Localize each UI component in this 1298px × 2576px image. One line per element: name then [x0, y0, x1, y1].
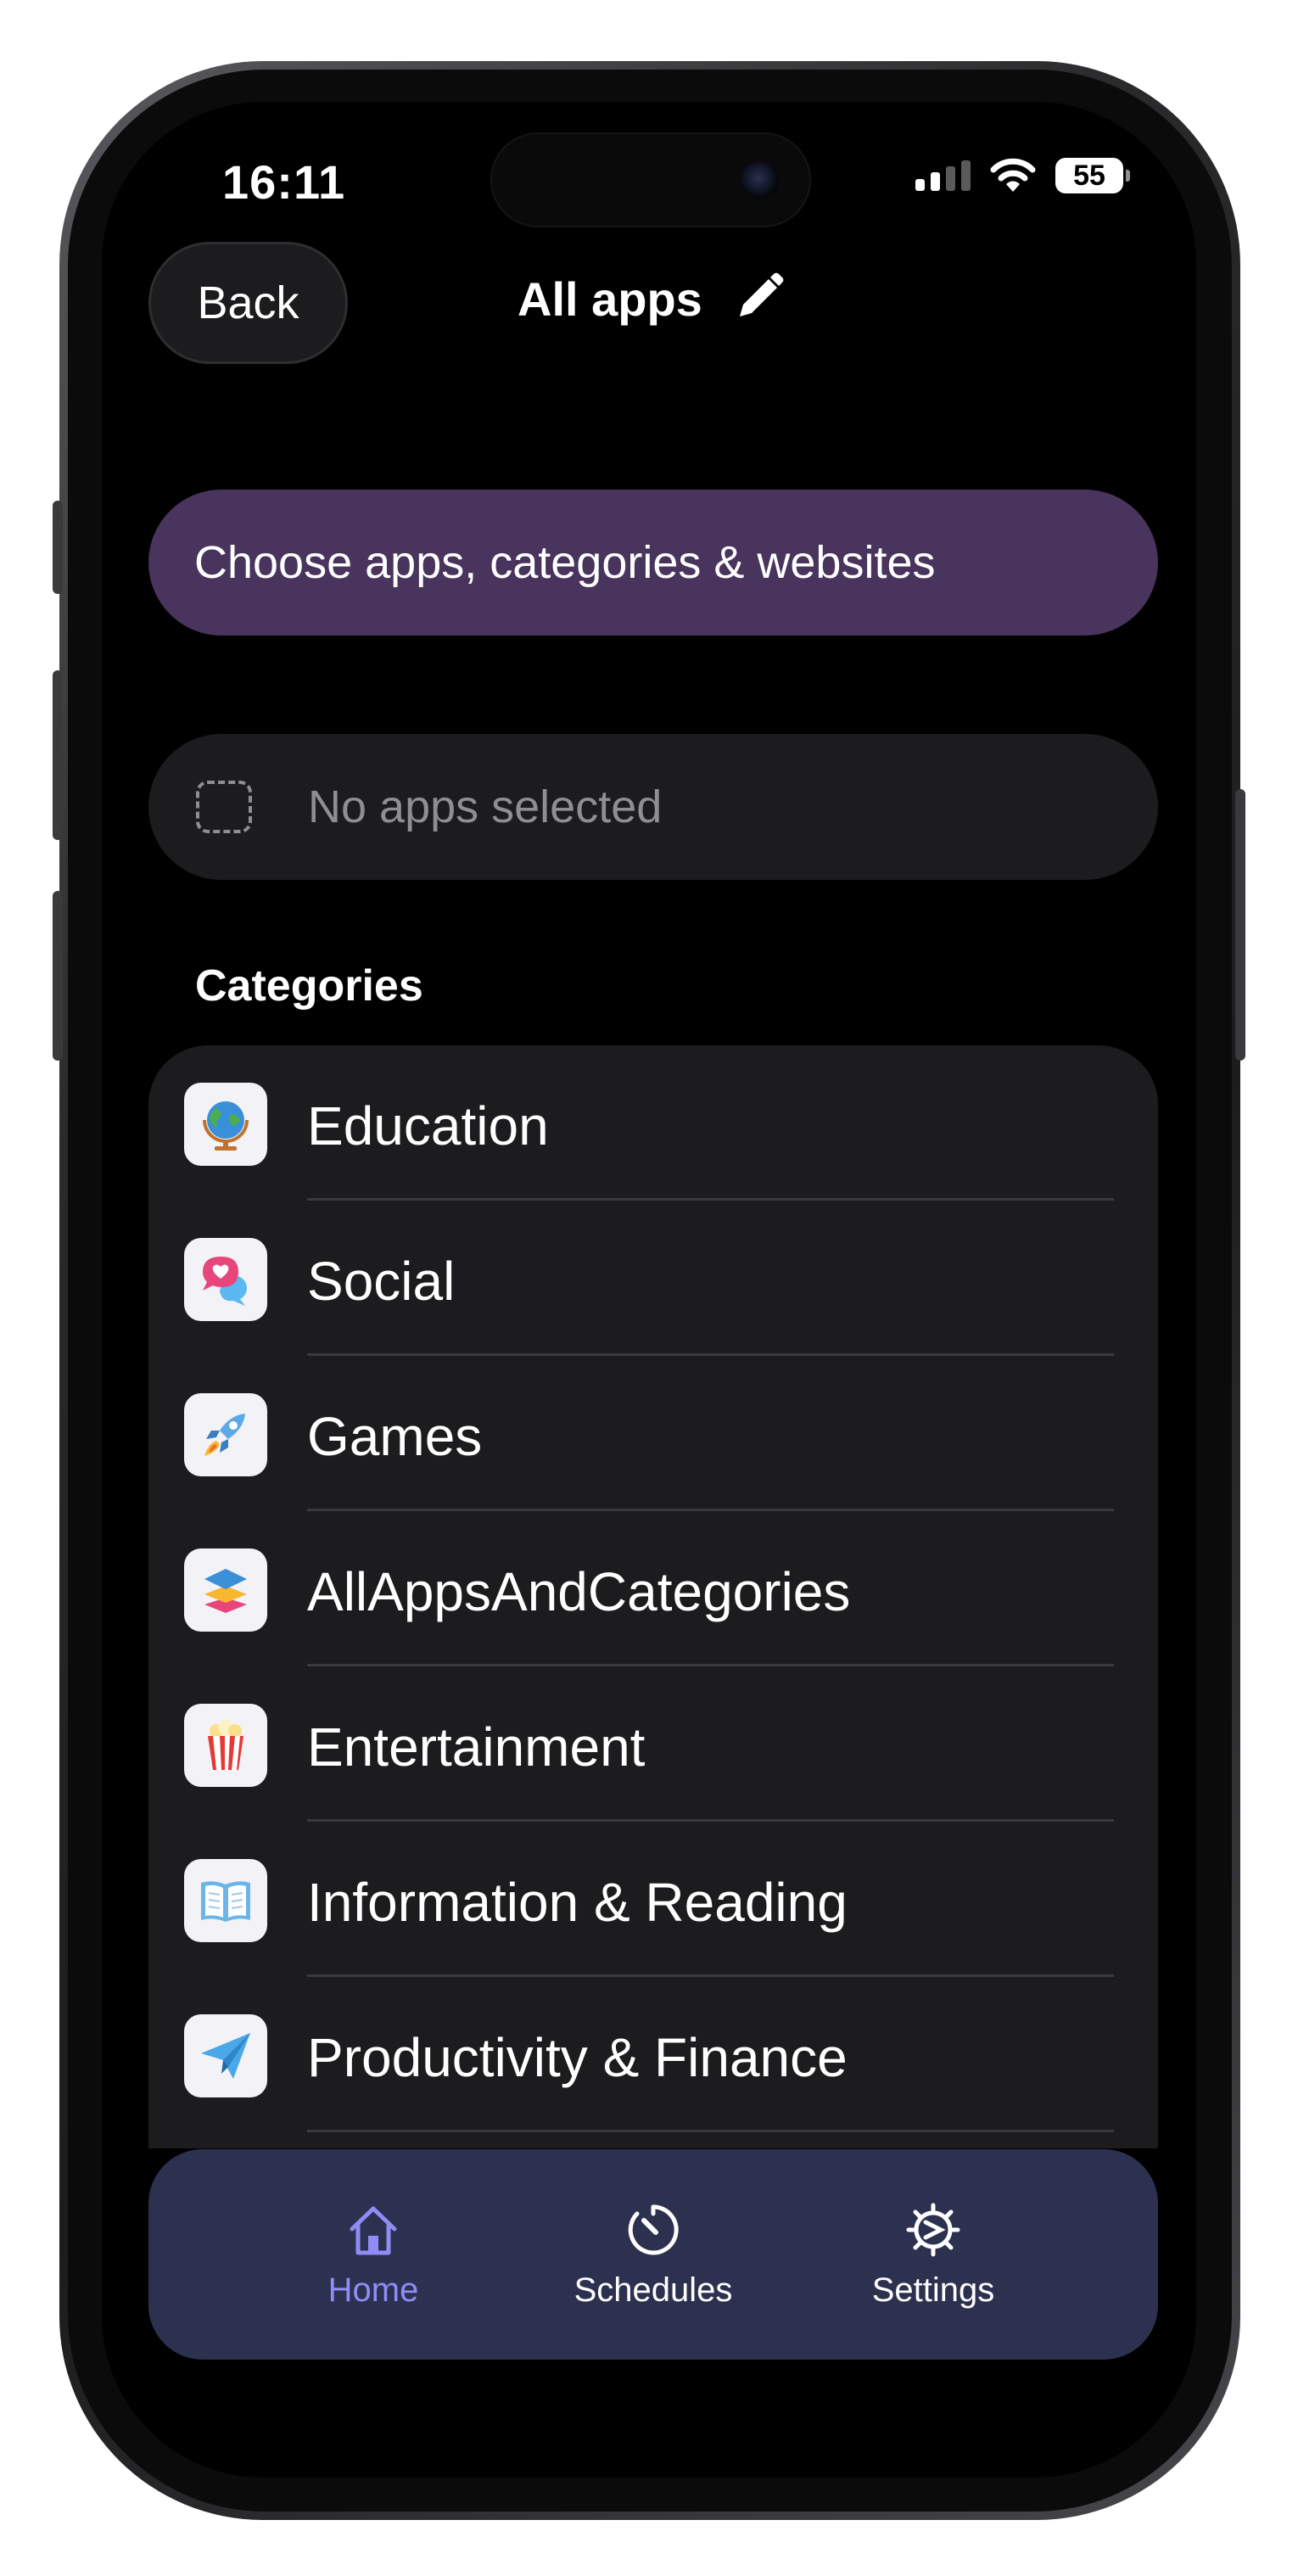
rocket-icon	[184, 1393, 267, 1476]
row-divider	[307, 2130, 1114, 2132]
category-row-games[interactable]: Games	[148, 1356, 1158, 1511]
power-button	[1235, 789, 1245, 1061]
page-title: All apps	[518, 272, 702, 326]
camera-icon	[741, 161, 779, 199]
screen: 16:11 55 Back All apps Choose apps, cate…	[102, 102, 1196, 2478]
tab-schedules[interactable]: Schedules	[543, 2200, 764, 2310]
category-label: Games	[307, 1406, 483, 1467]
back-button[interactable]: Back	[148, 242, 348, 364]
action-button	[53, 501, 63, 594]
categories-list: Education Social Games AllAppsAndCategor…	[148, 1045, 1158, 2148]
tab-home-label: Home	[327, 2271, 419, 2309]
pencil-icon[interactable]	[730, 267, 789, 327]
book-icon	[184, 1859, 267, 1942]
tab-home[interactable]: Home	[263, 2200, 484, 2310]
category-row-entertainment[interactable]: Entertainment	[148, 1666, 1158, 1822]
category-row-productivity-finance[interactable]: Productivity & Finance	[148, 1977, 1158, 2132]
cellular-signal-icon	[915, 160, 971, 191]
globe-icon	[184, 1083, 267, 1166]
stack-icon	[184, 1548, 267, 1632]
tab-schedules-label: Schedules	[573, 2271, 733, 2309]
category-label: Education	[307, 1095, 549, 1156]
status-indicators: 55	[915, 158, 1130, 193]
chat-bubbles-icon	[184, 1238, 267, 1321]
category-label: Information & Reading	[307, 1872, 848, 1933]
battery-level: 55	[1073, 159, 1105, 192]
categories-header: Categories	[195, 961, 423, 1011]
category-row-information-reading[interactable]: Information & Reading	[148, 1822, 1158, 1977]
choose-apps-button[interactable]: Choose apps, categories & websites	[148, 490, 1158, 636]
category-label: Productivity & Finance	[307, 2027, 848, 2088]
paper-plane-icon	[184, 2014, 267, 2097]
popcorn-icon	[184, 1704, 267, 1787]
dynamic-island	[490, 132, 811, 227]
category-label: AllAppsAndCategories	[307, 1561, 851, 1622]
house-icon	[350, 2206, 397, 2254]
volume-down-button	[53, 891, 63, 1061]
category-row-social[interactable]: Social	[148, 1201, 1158, 1356]
selected-apps-box: No apps selected	[148, 734, 1158, 880]
empty-selection-icon	[196, 781, 252, 833]
gear-icon	[906, 2203, 960, 2256]
choose-apps-label: Choose apps, categories & websites	[194, 537, 936, 588]
category-label: Social	[307, 1251, 456, 1312]
no-apps-label: No apps selected	[308, 781, 663, 832]
timer-icon	[628, 2204, 679, 2254]
status-time: 16:11	[222, 155, 346, 209]
tab-settings-label: Settings	[871, 2271, 995, 2309]
category-row-all-apps[interactable]: AllAppsAndCategories	[148, 1511, 1158, 1666]
volume-up-button	[53, 670, 63, 840]
battery-icon: 55	[1055, 158, 1130, 193]
tab-settings[interactable]: Settings	[823, 2200, 1043, 2310]
category-label: Entertainment	[307, 1716, 646, 1778]
category-row-education[interactable]: Education	[148, 1045, 1158, 1201]
tab-bar: Home Schedules Settings	[148, 2149, 1158, 2360]
wifi-icon	[990, 158, 1036, 192]
